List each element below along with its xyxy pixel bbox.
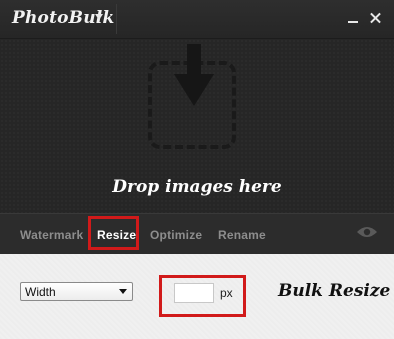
eye-icon[interactable]	[356, 225, 378, 239]
size-input[interactable]	[174, 283, 214, 303]
tab-watermark[interactable]: Watermark	[20, 228, 83, 242]
chevron-down-icon[interactable]	[95, 14, 103, 20]
download-arrow-icon	[174, 44, 214, 106]
tab-rename[interactable]: Rename	[218, 228, 266, 242]
unit-label: px	[220, 286, 233, 300]
photobulk-window: PhotoBulk Drop images here Watermark Res…	[0, 0, 394, 339]
title-divider	[116, 4, 117, 34]
minimize-icon[interactable]	[346, 10, 362, 26]
tab-bar: Watermark Resize Optimize Rename	[0, 213, 394, 254]
chevron-down-icon	[119, 289, 127, 294]
resize-tab-highlight	[88, 216, 139, 250]
close-icon[interactable]	[368, 10, 384, 26]
panel-title: Bulk Resize	[278, 281, 391, 301]
title-bar[interactable]: PhotoBulk	[0, 0, 394, 39]
resize-mode-value: Width	[25, 285, 56, 299]
resize-mode-select[interactable]: Width	[20, 282, 133, 301]
tab-optimize[interactable]: Optimize	[150, 228, 202, 242]
drop-hint: Drop images here	[112, 177, 282, 197]
